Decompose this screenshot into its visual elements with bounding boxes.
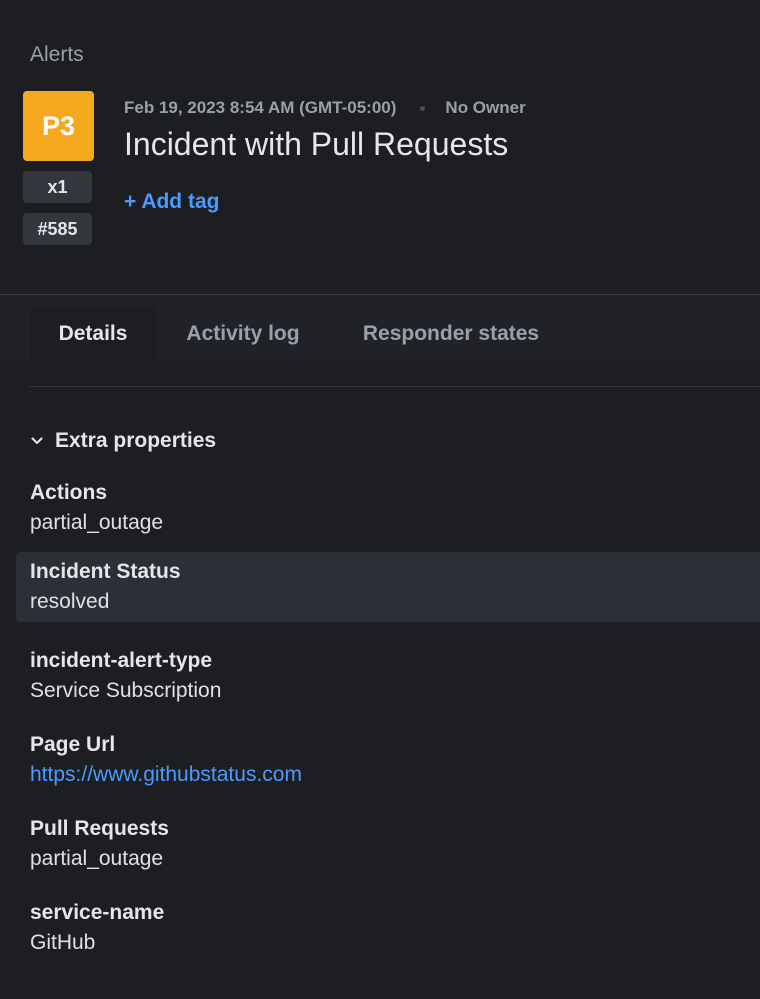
property-row: service-name GitHub [16, 894, 760, 964]
add-tag-button[interactable]: + Add tag [124, 190, 219, 214]
property-value: GitHub [30, 931, 96, 954]
property-value: Service Subscription [30, 679, 222, 702]
property-label: Pull Requests [30, 817, 169, 840]
property-row: Page Url https://www.githubstatus.com [16, 726, 760, 796]
property-value: partial_outage [30, 847, 164, 870]
tab-activity-log[interactable]: Activity log [170, 308, 316, 360]
alert-id-badge: #585 [23, 213, 92, 245]
extra-properties-toggle[interactable]: Extra properties [30, 429, 216, 453]
alert-timestamp: Feb 19, 2023 8:54 AM (GMT-05:00) [124, 98, 397, 117]
page-url-link[interactable]: https://www.githubstatus.com [30, 763, 302, 787]
chevron-down-icon [31, 437, 43, 445]
alert-owner[interactable]: No Owner [445, 98, 525, 118]
alert-header: Alerts P3 x1 #585 Feb 19, 2023 8:54 AM (… [0, 0, 760, 294]
property-label: service-name [30, 901, 165, 924]
property-value: partial_outage [30, 511, 164, 534]
property-label: Incident Status [30, 560, 181, 583]
property-row: Actions partial_outage [16, 474, 760, 544]
alert-count-badge: x1 [23, 171, 92, 203]
breadcrumb[interactable]: Alerts [30, 43, 84, 67]
priority-badge: P3 [23, 91, 94, 161]
tab-responder-states[interactable]: Responder states [340, 308, 562, 360]
page-title: Incident with Pull Requests [124, 126, 509, 162]
property-row: Incident Status resolved [16, 552, 760, 622]
alert-meta: Feb 19, 2023 8:54 AM (GMT-05:00) No Owne… [124, 98, 526, 118]
property-label: Actions [30, 481, 108, 504]
property-value: resolved [30, 590, 110, 613]
alert-detail-page: Alerts P3 x1 #585 Feb 19, 2023 8:54 AM (… [0, 0, 760, 999]
section-title: Extra properties [55, 429, 217, 452]
property-label: incident-alert-type [30, 649, 213, 672]
separator-dot [420, 105, 426, 111]
content-divider [30, 386, 760, 387]
property-row: Pull Requests partial_outage [16, 810, 760, 880]
property-label: Page Url [30, 733, 116, 756]
property-row: incident-alert-type Service Subscription [16, 642, 760, 712]
tab-details[interactable]: Details [30, 308, 156, 360]
tab-bar: Details Activity log Responder states [0, 295, 760, 360]
